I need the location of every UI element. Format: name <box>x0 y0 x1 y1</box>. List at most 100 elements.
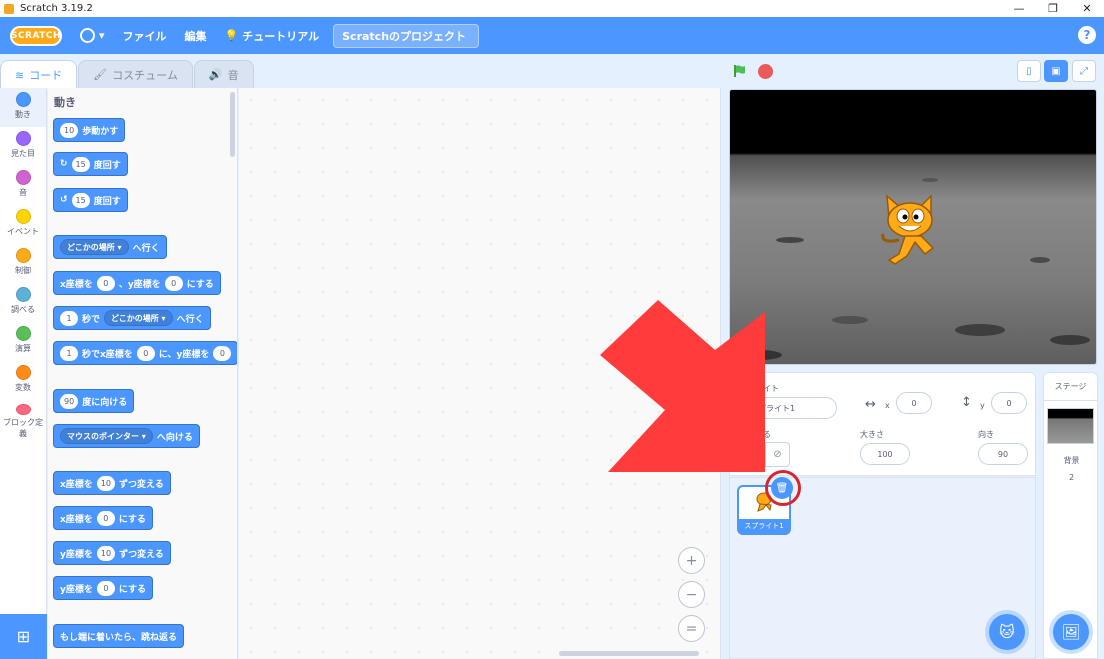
zoom-in-icon: + <box>685 552 698 569</box>
block-turn-right[interactable]: ↻ 15 度回す <box>53 152 128 176</box>
block-go-to[interactable]: どこかの場所 ▾ へ行く <box>53 235 167 259</box>
block-input[interactable]: 90 <box>60 393 79 409</box>
tab-costumes[interactable]: 🖌 コスチューム <box>78 60 193 88</box>
maximize-button[interactable]: ❐ <box>1036 0 1070 17</box>
choose-backdrop-button[interactable]: 🖼 <box>1053 614 1089 650</box>
category-menu: 動き 見た目 音 イベント 制御 調べる 演算 変数 ブロック定義 ⊞ <box>0 88 47 659</box>
project-title-input[interactable]: Scratchのプロジェクト <box>333 23 480 48</box>
block-glide-to[interactable]: 1 秒で どこかの場所 ▾ へ行く <box>53 306 211 330</box>
block-glide-to-xy[interactable]: 1 秒でx座標を 0 に、y座標を 0 <box>53 341 237 365</box>
category-dot <box>15 170 31 185</box>
green-flag-icon[interactable] <box>733 64 747 78</box>
category-label: ブロック定義 <box>3 418 43 438</box>
category-label: 制御 <box>15 266 31 275</box>
tab-sounds[interactable]: 🔊 音 <box>193 60 254 88</box>
category-dot <box>15 404 31 415</box>
stop-button[interactable] <box>758 64 773 79</box>
globe-icon <box>80 28 95 43</box>
add-extension-button[interactable]: ⊞ <box>0 614 47 659</box>
palette-scrollbar[interactable] <box>230 92 235 157</box>
sprite-tile-name: スプライト1 <box>739 519 789 533</box>
block-dropdown[interactable]: マウスのポインター ▾ <box>60 428 153 444</box>
block-point-towards[interactable]: マウスのポインター ▾ へ向ける <box>53 424 200 448</box>
block-dropdown[interactable]: どこかの場所 ▾ <box>60 239 129 255</box>
category-variables[interactable]: 変数 <box>0 361 46 400</box>
tab-label: 音 <box>227 68 239 82</box>
category-events[interactable]: イベント <box>0 205 46 244</box>
block-input[interactable]: 0 <box>96 510 115 526</box>
x-input[interactable]: 0 <box>896 392 932 414</box>
fullscreen-button[interactable]: ⤢ <box>1072 60 1096 82</box>
small-stage-button[interactable]: ▯ <box>1017 60 1041 82</box>
stage-header: ステージ <box>1044 373 1097 401</box>
block-input[interactable]: 0 <box>213 345 232 361</box>
block-move-steps[interactable]: 10 歩動かす <box>53 118 126 142</box>
delete-sprite-button[interactable]: 🗑 <box>771 477 793 499</box>
block-dropdown[interactable]: どこかの場所 ▾ <box>104 310 173 326</box>
block-input[interactable]: 15 <box>71 156 90 172</box>
block-turn-left[interactable]: ↺ 15 度回す <box>53 188 128 212</box>
tutorials-menu[interactable]: 💡 チュートリアル <box>225 28 320 44</box>
category-dot <box>15 92 31 107</box>
large-stage-button[interactable]: ▣ <box>1044 60 1068 82</box>
close-button[interactable]: ✕ <box>1070 0 1104 17</box>
block-change-x[interactable]: x座標を 10 ずつ変える <box>53 471 171 495</box>
block-set-x[interactable]: x座標を 0 にする <box>53 506 153 530</box>
block-text: ずつ変える <box>119 549 164 560</box>
block-set-y[interactable]: y座標を 0 にする <box>53 576 153 600</box>
category-operators[interactable]: 演算 <box>0 322 46 361</box>
block-input[interactable]: 10 <box>60 122 79 138</box>
category-my-blocks[interactable]: ブロック定義 <box>0 400 46 439</box>
category-sensing[interactable]: 調べる <box>0 283 46 322</box>
file-menu[interactable]: ファイル <box>123 28 167 44</box>
sprite-info-panel: スプライト スプライト1 ↔ x 0 ↕ y 0 表示する ◉ ⊘ 大きさ 10… <box>729 372 1036 476</box>
zoom-in-button[interactable]: + <box>678 547 705 574</box>
zoom-reset-button[interactable]: = <box>678 615 705 642</box>
block-palette: 動き 10 歩動かす ↻ 15 度回す ↺ 15 度回す どこかの場所 ▾ へ行く x座標を… <box>48 88 238 659</box>
block-input[interactable]: 1 <box>60 345 78 361</box>
workspace-scrollbar[interactable] <box>559 651 699 656</box>
hide-button[interactable]: ⊘ <box>765 442 790 467</box>
block-go-to-xy[interactable]: x座標を 0 、y座標を 0 にする <box>53 271 221 295</box>
category-motion[interactable]: 動き <box>0 88 46 127</box>
size-label: 大きさ <box>860 430 884 439</box>
rotate-right-icon: ↻ <box>60 159 68 169</box>
block-input[interactable]: 1 <box>60 310 78 326</box>
edit-menu[interactable]: 編集 <box>185 28 207 44</box>
cat-sprite[interactable] <box>875 188 945 268</box>
y-label: y <box>980 401 985 410</box>
tab-code[interactable]: ≋ コード <box>0 60 78 89</box>
block-point-direction[interactable]: 90 度に向ける <box>53 389 135 413</box>
block-input[interactable]: 0 <box>96 275 115 291</box>
direction-input[interactable]: 90 <box>978 443 1028 465</box>
help-button[interactable]: ? <box>1078 26 1096 44</box>
x-label: x <box>885 401 890 410</box>
block-input[interactable]: 10 <box>96 475 115 491</box>
tab-label: コード <box>29 69 63 82</box>
category-looks[interactable]: 見た目 <box>0 127 46 166</box>
block-input[interactable]: 0 <box>164 275 183 291</box>
image-plus-icon: 🖼 <box>1061 623 1081 641</box>
category-control[interactable]: 制御 <box>0 244 46 283</box>
block-input[interactable]: 15 <box>71 192 90 208</box>
x-arrows-icon: ↔ <box>865 397 876 412</box>
block-text: x座標を <box>60 514 93 525</box>
size-input[interactable]: 100 <box>860 443 910 465</box>
block-change-y[interactable]: y座標を 10 ずつ変える <box>53 541 171 565</box>
block-text: へ行く <box>132 243 160 254</box>
scratch-logo[interactable]: SCRATCH <box>10 25 62 46</box>
direction-label: 向き <box>978 430 994 439</box>
stage-canvas[interactable] <box>729 89 1097 365</box>
minimize-button[interactable]: — <box>1002 0 1036 17</box>
backdrop-label: 背景 <box>1063 456 1080 465</box>
block-input[interactable]: 0 <box>136 345 155 361</box>
block-bounce[interactable]: もし端に着いたら、跳ね返る <box>53 624 185 648</box>
zoom-out-button[interactable]: − <box>678 581 705 608</box>
category-sound[interactable]: 音 <box>0 166 46 205</box>
block-input[interactable]: 0 <box>96 580 115 596</box>
y-input[interactable]: 0 <box>991 392 1027 414</box>
choose-sprite-button[interactable]: 🐱 <box>989 614 1025 650</box>
block-input[interactable]: 10 <box>96 545 116 561</box>
language-menu[interactable]: ▾ <box>80 28 105 43</box>
category-label: 調べる <box>11 305 35 314</box>
